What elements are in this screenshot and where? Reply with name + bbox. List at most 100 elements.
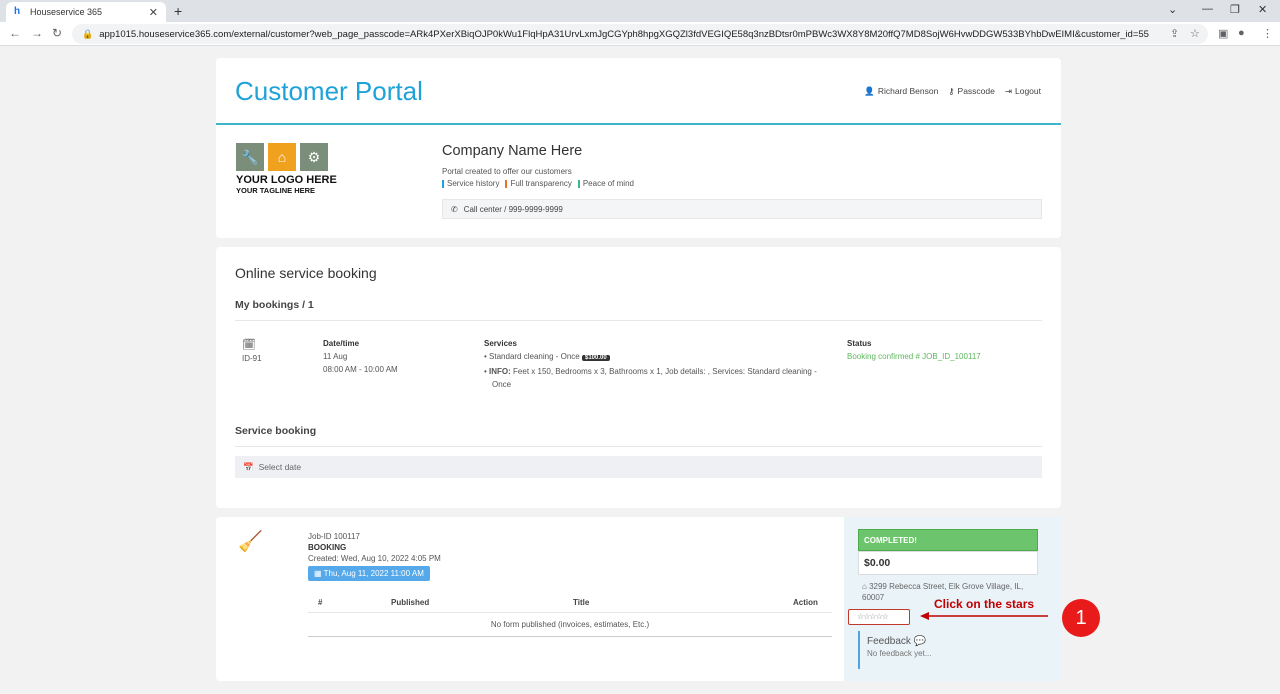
divider xyxy=(235,446,1042,447)
key-icon: ⚷ xyxy=(948,86,955,96)
table-empty-row: No form published (invoices, estimates, … xyxy=(308,613,832,637)
col-number: # xyxy=(318,598,323,607)
home-icon: ⌂ xyxy=(862,582,870,591)
phone-icon: ✆ xyxy=(451,204,458,214)
datetime-col: Date/time 11 Aug 08:00 AM - 10:00 AM xyxy=(323,337,398,376)
status-badge: COMPLETED! xyxy=(858,529,1038,551)
tab-title: Houseservice 365 xyxy=(30,7,103,17)
tag-service-history: Service history xyxy=(442,179,499,188)
table-header: # Published Title Action xyxy=(308,591,832,613)
service-info: • INFO: Feet x 150, Bedrooms x 3, Bathro… xyxy=(484,367,817,389)
job-type: BOOKING xyxy=(308,543,347,552)
price-badge: $100.00 xyxy=(582,355,610,361)
tag-peace-of-mind: Peace of mind xyxy=(577,179,634,188)
passcode-label: Passcode xyxy=(957,86,995,96)
user-link[interactable]: 👤 Richard Benson xyxy=(864,86,938,97)
calendar-icon: 📅 xyxy=(243,461,254,472)
my-bookings-title: My bookings / 1 xyxy=(235,299,314,311)
annotation-step-badge: 1 xyxy=(1062,599,1100,637)
lock-icon: 🔒 xyxy=(82,28,94,39)
select-date-placeholder: Select date xyxy=(258,462,302,472)
annotation-text: Click on the stars xyxy=(934,597,1035,611)
url-input[interactable]: 🔒 app1015.houseservice365.com/external/c… xyxy=(72,24,1208,44)
header-divider xyxy=(216,123,1061,125)
browser-tab-bar: h Houseservice 365 ✕ + ⌄ — ❐ ✕ xyxy=(0,0,1280,22)
services-header: Services xyxy=(484,339,517,348)
forms-table: # Published Title Action No form publish… xyxy=(308,591,832,637)
tab-search-icon[interactable]: ⌄ xyxy=(1168,3,1177,16)
url-text: app1015.houseservice365.com/external/cus… xyxy=(99,28,1149,40)
col-published: Published xyxy=(391,598,430,607)
job-amount: $0.00 xyxy=(858,551,1038,575)
feedback-box: Feedback 💬 No feedback yet... xyxy=(858,631,1038,669)
divider xyxy=(235,320,1042,321)
job-created: Created: Wed, Aug 10, 2022 4:05 PM xyxy=(308,554,441,563)
booking-id: ID-91 xyxy=(242,354,262,363)
call-center-box: ✆ Call center / 999-9999-9999 xyxy=(442,199,1042,219)
forward-icon[interactable]: → xyxy=(31,26,43,40)
cleaning-bucket-icon: 🧹 xyxy=(238,531,263,553)
browser-tab[interactable]: h Houseservice 365 ✕ xyxy=(6,2,166,22)
back-icon[interactable]: ← xyxy=(9,26,21,40)
gear-icon: ⚙ xyxy=(300,143,328,171)
user-icon: 👤 xyxy=(864,86,875,96)
close-window-icon[interactable]: ✕ xyxy=(1258,3,1267,16)
user-name: Richard Benson xyxy=(877,86,939,96)
chat-icon: 💬 xyxy=(913,636,927,647)
side-panel-icon[interactable]: ▣ xyxy=(1218,27,1228,40)
logo-text: YOUR LOGO HERE xyxy=(236,174,337,186)
rating-stars[interactable]: ☆☆☆☆☆ xyxy=(848,609,910,625)
page-title: Customer Portal xyxy=(235,76,423,106)
booking-date: 11 Aug xyxy=(323,352,348,361)
house-icon: ⌂ xyxy=(268,143,296,171)
calendar-icon: ▦ xyxy=(314,569,324,578)
portal-header-card: Customer Portal 👤 Richard Benson ⚷ Passcod… xyxy=(216,58,1061,238)
favicon-icon: h xyxy=(14,6,21,17)
call-center-text: Call center / 999-9999-9999 xyxy=(463,204,563,214)
minimize-icon[interactable]: — xyxy=(1202,3,1213,15)
company-tags: Service history Full transparency Peace … xyxy=(442,179,634,188)
address-bar: ← → ↻ 🔒 app1015.houseservice365.com/exte… xyxy=(0,22,1280,46)
booking-status: Booking confirmed # JOB_ID_100117 xyxy=(847,352,981,361)
menu-icon[interactable]: ⋮ xyxy=(1262,27,1273,40)
booking-card: Online service booking My bookings / 1 🗓… xyxy=(216,247,1061,508)
datetime-header: Date/time xyxy=(323,339,360,348)
col-title: Title xyxy=(573,598,590,607)
logo-tagline: YOUR TAGLINE HERE xyxy=(236,186,316,195)
passcode-link[interactable]: ⚷ Passcode xyxy=(948,86,995,97)
status-col: Status Booking confirmed # JOB_ID_100117 xyxy=(847,337,981,363)
logout-icon: ⇥ xyxy=(1004,86,1012,96)
bookmark-star-icon[interactable]: ☆ xyxy=(1190,27,1200,40)
col-action: Action xyxy=(793,598,818,607)
restore-icon[interactable]: ❐ xyxy=(1230,3,1240,16)
booking-id-col: 🗓 ID-91 xyxy=(242,339,262,365)
top-nav: 👤 Richard Benson ⚷ Passcode ⇥ Logout xyxy=(864,86,1041,97)
services-col: Services • Standard cleaning - Once $100… xyxy=(484,337,834,391)
reload-icon[interactable]: ↻ xyxy=(52,26,62,40)
booking-time: 08:00 AM - 10:00 AM xyxy=(323,365,398,374)
annotation-arrow-icon xyxy=(920,612,1048,620)
company-subtitle: Portal created to offer our customers xyxy=(442,167,572,176)
job-id: Job-ID 100117 xyxy=(308,532,360,541)
feedback-text: No feedback yet... xyxy=(867,649,932,658)
job-info: Job-ID 100117 BOOKING Created: Wed, Aug … xyxy=(308,531,441,564)
company-logo: 🔧 ⌂ ⚙ YOUR LOGO HERE YOUR TAGLINE HERE xyxy=(236,143,346,203)
wrench-icon: 🔧 xyxy=(236,143,264,171)
service-item: • Standard cleaning - Once $100.00 xyxy=(484,350,834,365)
company-name: Company Name Here xyxy=(442,143,583,159)
online-booking-title: Online service booking xyxy=(235,265,377,281)
logout-link[interactable]: ⇥ Logout xyxy=(1005,86,1041,97)
feedback-title: Feedback 💬 xyxy=(867,636,927,647)
service-booking-title: Service booking xyxy=(235,425,317,437)
logout-label: Logout xyxy=(1015,86,1041,96)
status-header: Status xyxy=(847,339,872,348)
select-date-input[interactable]: 📅 Select date xyxy=(235,456,1042,478)
profile-icon[interactable]: ● xyxy=(1238,27,1245,39)
share-icon[interactable]: ⇪ xyxy=(1170,27,1179,40)
tab-close-icon[interactable]: ✕ xyxy=(149,6,158,19)
calendar-icon: 🗓 xyxy=(242,339,256,351)
tag-full-transparency: Full transparency xyxy=(505,179,572,188)
new-tab-button[interactable]: + xyxy=(174,3,182,19)
company-info: Company Name Here Portal created to offe… xyxy=(442,143,634,188)
job-date-chip: ▦ Thu, Aug 11, 2022 11:00 AM xyxy=(308,566,430,581)
